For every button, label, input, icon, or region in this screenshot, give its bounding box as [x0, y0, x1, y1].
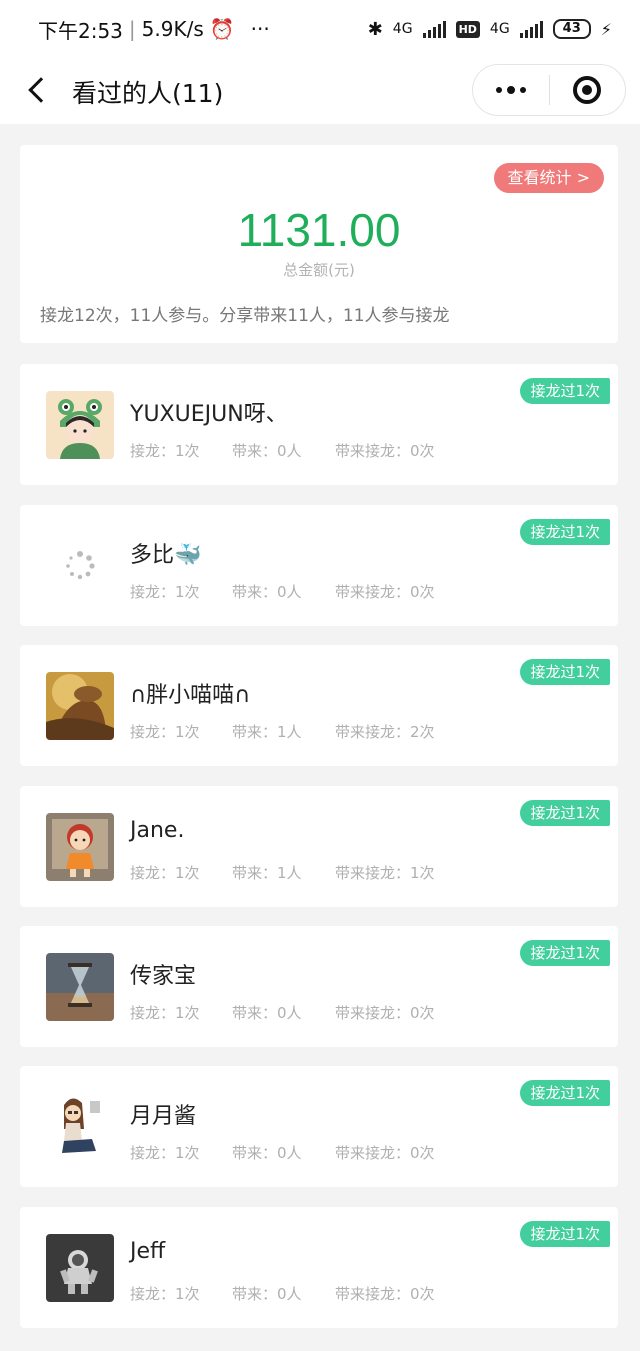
jielong-count: 接龙：1次 [130, 723, 200, 741]
target-circle-icon [573, 76, 602, 104]
jielong-count: 接龙：1次 [130, 1285, 200, 1303]
chevron-left-icon [28, 77, 54, 103]
summary-description: 接龙12次，11人参与。分享带来11人，11人参与接龙 [40, 306, 450, 326]
sitting-girl-avatar [46, 1093, 114, 1161]
jielong-badge: 接龙过1次 [520, 800, 610, 826]
viewer-card[interactable]: YUXUEJUN呀、 接龙：1次 带来：0人 带来接龙：0次 接龙过1次 [20, 364, 618, 485]
hourglass-avatar [46, 953, 114, 1021]
jielong-badge: 接龙过1次 [520, 519, 610, 545]
brought-count: 带来：0人 [232, 583, 302, 601]
hd-icon: HD [455, 20, 480, 38]
jielong-badge: 接龙过1次 [520, 1080, 610, 1106]
bluetooth-icon: ✱ [367, 18, 383, 40]
jielong-badge: 接龙过1次 [520, 378, 610, 404]
brought-count: 带来：0人 [232, 1144, 302, 1162]
jielong-count: 接龙：1次 [130, 1144, 200, 1162]
brought-jielong-count: 带来接龙：0次 [335, 1004, 435, 1022]
jielong-count: 接龙：1次 [130, 864, 200, 882]
brought-count: 带来：0人 [232, 1285, 302, 1303]
alarm-icon: ⏰ [209, 17, 235, 41]
viewer-name: 月月酱 [130, 1104, 197, 1129]
summary-card: 查看统计 > 1131.00 总金额(元) 接龙12次，11人参与。分享带来11… [20, 145, 618, 343]
jielong-badge: 接龙过1次 [520, 659, 610, 685]
viewer-card[interactable]: Jane. 接龙：1次 带来：1人 带来接龙：1次 接龙过1次 [20, 786, 618, 907]
nav-bar: 看过的人(11) [0, 58, 640, 124]
battery-icon: 43 [552, 19, 591, 39]
jielong-count: 接龙：1次 [130, 442, 200, 460]
clock-time: 下午2:53 [38, 18, 123, 43]
net-type-1: 4G [392, 21, 413, 37]
back-button[interactable] [22, 72, 54, 108]
status-bar-left: 下午2:53 | 5.9K/s ⏰ ··· [38, 15, 270, 44]
jielong-count: 接龙：1次 [130, 583, 200, 601]
more-menu-button[interactable] [473, 65, 549, 115]
more-notifications-icon: ··· [250, 17, 270, 41]
charging-icon: ⚡ [600, 19, 612, 39]
dot-icon [519, 87, 526, 93]
viewer-card[interactable]: ∩胖小喵喵∩ 接龙：1次 带来：1人 带来接龙：2次 接龙过1次 [20, 645, 618, 766]
total-amount: 1131.00 [237, 204, 401, 256]
brought-count: 带来：1人 [232, 864, 302, 882]
brought-count: 带来：1人 [232, 723, 302, 741]
brought-count: 带来：0人 [232, 442, 302, 460]
cartoon-girl-avatar [46, 813, 114, 881]
astronaut-avatar [46, 1234, 114, 1302]
dot-icon [495, 87, 502, 93]
viewer-name: YUXUEJUN呀、 [130, 402, 288, 427]
brought-jielong-count: 带来接龙：0次 [335, 442, 435, 460]
frog-girl-avatar [46, 391, 114, 459]
brought-count: 带来：0人 [232, 1004, 302, 1022]
dot-icon [506, 86, 515, 94]
brown-art-avatar [46, 672, 114, 740]
total-amount-label: 总金额(元) [283, 261, 355, 279]
jielong-badge: 接龙过1次 [520, 940, 610, 966]
page-title: 看过的人(11) [72, 79, 224, 108]
viewer-name: Jane. [130, 818, 185, 843]
close-mini-program-button[interactable] [550, 65, 626, 115]
loading-text-avatar [46, 532, 114, 600]
mini-program-capsule [472, 64, 626, 116]
viewer-card[interactable]: 月月酱 接龙：1次 带来：0人 带来接龙：0次 接龙过1次 [20, 1066, 618, 1187]
net-type-2: 4G [489, 21, 510, 37]
view-stats-button[interactable]: 查看统计 > [493, 163, 604, 193]
viewer-name: Jeff [130, 1239, 166, 1264]
jielong-count: 接龙：1次 [130, 1004, 200, 1022]
jielong-badge: 接龙过1次 [520, 1221, 610, 1247]
status-bar: 下午2:53 | 5.9K/s ⏰ ··· ✱ 4G HD 4G 43 ⚡ [0, 0, 640, 58]
status-separator: | [128, 17, 136, 41]
signal-icon-2 [519, 20, 543, 38]
viewer-card[interactable]: 多比🐳 接龙：1次 带来：0人 带来接龙：0次 接龙过1次 [20, 505, 618, 626]
viewer-name: 多比🐳 [130, 543, 202, 568]
brought-jielong-count: 带来接龙：0次 [335, 1144, 435, 1162]
viewer-card[interactable]: Jeff 接龙：1次 带来：0人 带来接龙：0次 接龙过1次 [20, 1207, 618, 1328]
signal-icon [422, 20, 446, 38]
status-bar-right: ✱ 4G HD 4G 43 ⚡ [368, 19, 612, 40]
viewer-card[interactable]: 传家宝 接龙：1次 带来：0人 带来接龙：0次 接龙过1次 [20, 926, 618, 1047]
network-speed: 5.9K/s [141, 17, 204, 41]
brought-jielong-count: 带来接龙：0次 [335, 1285, 435, 1303]
viewer-name: 传家宝 [130, 964, 197, 989]
viewer-name: ∩胖小喵喵∩ [130, 683, 251, 708]
brought-jielong-count: 带来接龙：2次 [335, 723, 435, 741]
brought-jielong-count: 带来接龙：1次 [335, 864, 435, 882]
brought-jielong-count: 带来接龙：0次 [335, 583, 435, 601]
